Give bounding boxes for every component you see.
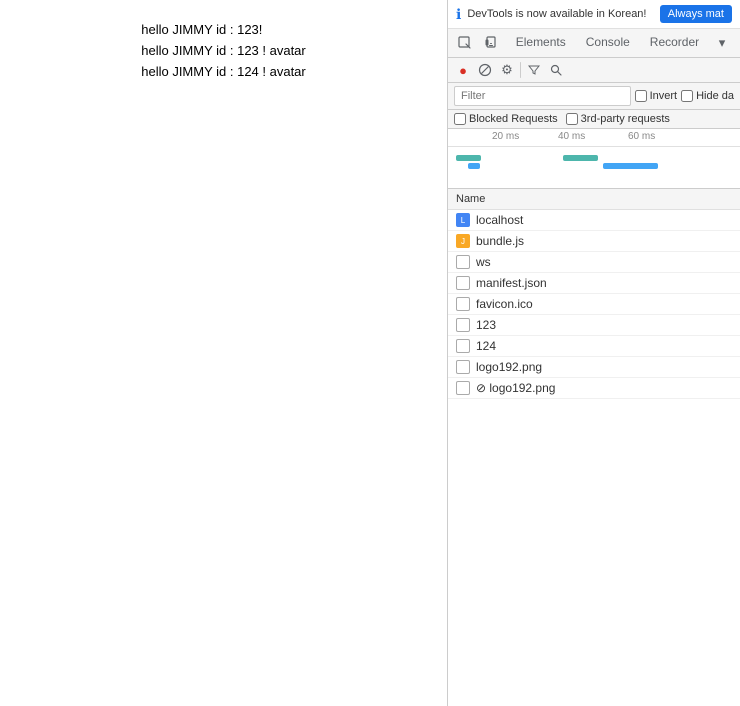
third-party-checkbox[interactable] <box>566 113 578 125</box>
name-column-header: Name <box>456 193 485 205</box>
always-match-button[interactable]: Always mat <box>660 5 732 23</box>
network-row-icon: J <box>456 234 470 248</box>
blocked-requests-label[interactable]: Blocked Requests <box>454 113 558 125</box>
hide-data-checkbox[interactable] <box>681 90 693 102</box>
separator-1 <box>520 62 521 78</box>
tab-recorder[interactable]: Recorder <box>640 29 709 57</box>
hide-data-checkbox-label[interactable]: Hide da <box>681 90 734 102</box>
network-row-name: logo192.png <box>476 360 542 374</box>
devtools-banner: ℹ DevTools is now available in Korean! A… <box>448 0 740 29</box>
network-row-name: manifest.json <box>476 276 547 290</box>
inspect-element-icon[interactable] <box>452 29 479 57</box>
network-row-icon <box>456 360 470 374</box>
blocked-row: Blocked Requests 3rd-party requests <box>448 110 740 129</box>
filter-row: Invert Hide da <box>448 83 740 110</box>
network-row[interactable]: 123 <box>448 315 740 336</box>
network-row-icon <box>456 255 470 269</box>
network-row-icon <box>456 381 470 395</box>
network-row-icon <box>456 339 470 353</box>
search-icon[interactable] <box>547 61 565 79</box>
invert-label: Invert <box>650 90 678 102</box>
more-tabs-icon[interactable]: ▾ <box>709 29 736 57</box>
network-row[interactable]: ⊘ logo192.png <box>448 378 740 399</box>
tab-console[interactable]: Console <box>576 29 640 57</box>
network-row-icon <box>456 318 470 332</box>
devtools-panel: ℹ DevTools is now available in Korean! A… <box>447 0 740 706</box>
invert-checkbox[interactable] <box>635 90 647 102</box>
third-party-label[interactable]: 3rd-party requests <box>566 113 670 125</box>
network-row-name: 124 <box>476 339 496 353</box>
invert-checkbox-label[interactable]: Invert <box>635 90 678 102</box>
network-row-name: bundle.js <box>476 234 524 248</box>
banner-text: DevTools is now available in Korean! <box>467 8 653 20</box>
devtools-tabs: Elements Console Recorder ▾ <box>448 29 740 58</box>
network-row[interactable]: logo192.png <box>448 357 740 378</box>
network-row-icon <box>456 297 470 311</box>
console-line-1: hello JIMMY id : 123! <box>141 20 306 41</box>
timeline-bar-2 <box>468 163 480 169</box>
device-mode-icon[interactable] <box>479 29 506 57</box>
network-row-icon: L <box>456 213 470 227</box>
network-list-header: Name <box>448 189 740 210</box>
timeline-bars <box>448 151 740 189</box>
network-row-name: favicon.ico <box>476 297 533 311</box>
network-row[interactable]: Jbundle.js <box>448 231 740 252</box>
settings-icon[interactable]: ⚙ <box>498 61 516 79</box>
timeline-mark-20ms: 20 ms <box>492 131 519 142</box>
network-row-icon <box>456 276 470 290</box>
blocked-requests-checkbox[interactable] <box>454 113 466 125</box>
console-lines: hello JIMMY id : 123! hello JIMMY id : 1… <box>141 20 306 82</box>
timeline-bar-4 <box>603 163 658 169</box>
network-row[interactable]: Llocalhost <box>448 210 740 231</box>
network-list: Name LlocalhostJbundle.jswsmanifest.json… <box>448 189 740 706</box>
network-row-name: 123 <box>476 318 496 332</box>
left-panel: hello JIMMY id : 123! hello JIMMY id : 1… <box>0 0 447 706</box>
timeline-bar-3 <box>563 155 598 161</box>
network-row[interactable]: ws <box>448 252 740 273</box>
info-icon: ℹ <box>456 6 461 23</box>
timeline-mark-40ms: 40 ms <box>558 131 585 142</box>
third-party-text: 3rd-party requests <box>581 113 670 125</box>
network-row[interactable]: 124 <box>448 336 740 357</box>
blocked-requests-text: Blocked Requests <box>469 113 558 125</box>
network-row-name: ⊘ logo192.png <box>476 381 555 395</box>
timeline-mark-60ms: 60 ms <box>628 131 655 142</box>
devtools-toolbar: ● ⚙ <box>448 58 740 83</box>
hide-data-label: Hide da <box>696 90 734 102</box>
record-button[interactable]: ● <box>454 61 472 79</box>
network-row-name: localhost <box>476 213 523 227</box>
network-row[interactable]: favicon.ico <box>448 294 740 315</box>
filter-input[interactable] <box>454 86 631 106</box>
timeline-ruler: 20 ms 40 ms 60 ms <box>448 129 740 147</box>
timeline-area: 20 ms 40 ms 60 ms <box>448 129 740 189</box>
tab-elements[interactable]: Elements <box>506 29 576 57</box>
network-row[interactable]: manifest.json <box>448 273 740 294</box>
console-line-3: hello JIMMY id : 124 ! avatar <box>141 62 306 83</box>
network-row-name: ws <box>476 255 491 269</box>
clear-button[interactable] <box>476 61 494 79</box>
timeline-bar-1 <box>456 155 481 161</box>
filter-icon[interactable] <box>525 61 543 79</box>
console-line-2: hello JIMMY id : 123 ! avatar <box>141 41 306 62</box>
